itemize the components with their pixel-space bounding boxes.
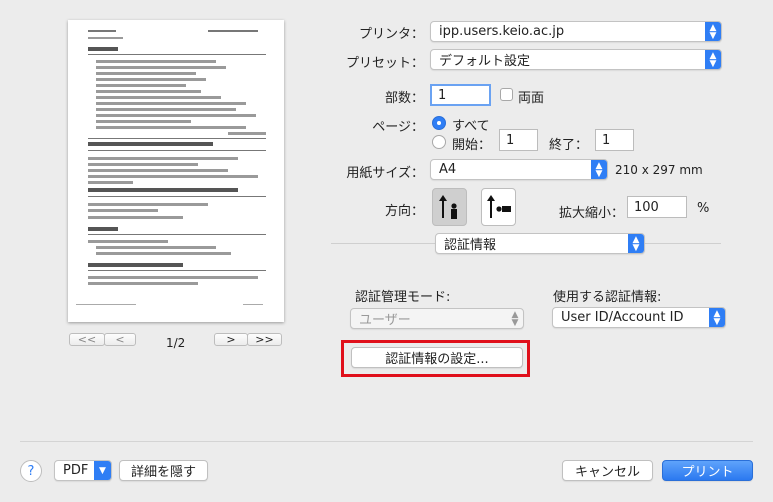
auth-mode-popup[interactable]: ユーザー ▲ ▼ — [350, 308, 524, 329]
copies-label: 部数： — [384, 91, 424, 106]
pdf-menu-button[interactable]: PDF ▼ — [54, 460, 112, 481]
portrait-icon — [438, 195, 457, 219]
scale-label: 拡大縮小： — [559, 206, 625, 221]
pages-all-radio[interactable] — [432, 116, 446, 130]
pages-from-label: 開始： — [452, 138, 492, 153]
auth-mode-value: ユーザー — [359, 313, 411, 328]
auth-settings-button[interactable]: 認証情報の設定... — [351, 347, 523, 368]
duplex-checkbox[interactable] — [500, 88, 513, 101]
first-page-button[interactable]: << — [69, 333, 105, 346]
last-page-button[interactable]: >> — [247, 333, 282, 346]
landscape-icon — [486, 195, 511, 218]
preset-label: プリセット： — [345, 56, 424, 71]
auth-info-popup[interactable]: User ID/Account ID ▲ ▼ — [552, 307, 726, 328]
scale-field[interactable]: 100 — [627, 196, 687, 218]
landscape-orientation-button[interactable] — [481, 188, 516, 226]
auth-info-value: User ID/Account ID — [561, 310, 684, 325]
chevron-down-icon: ▼ — [94, 461, 111, 480]
print-button[interactable]: プリント — [662, 460, 753, 481]
auth-info-label: 使用する認証情報: — [553, 290, 662, 305]
preset-value: デフォルト設定 — [439, 54, 531, 69]
page-indicator: 1/2 — [166, 336, 186, 350]
paper-size-popup[interactable]: A4 ▲ ▼ — [430, 159, 608, 180]
pages-range-radio[interactable] — [432, 135, 446, 149]
chevron-updown-icon: ▲ ▼ — [511, 309, 519, 328]
hide-details-button[interactable]: 詳細を隠す — [119, 460, 208, 481]
portrait-orientation-button[interactable] — [432, 188, 467, 226]
pages-all-label: すべて — [452, 119, 490, 134]
pdf-label: PDF — [63, 463, 89, 478]
footer-divider — [20, 441, 753, 442]
chevron-updown-icon: ▲ ▼ — [705, 50, 721, 69]
pages-to-field[interactable]: 1 — [595, 129, 634, 151]
pages-label: ページ： — [372, 120, 424, 135]
orientation-label: 方向： — [384, 204, 424, 219]
preset-popup[interactable]: デフォルト設定 ▲ ▼ — [430, 49, 722, 70]
printer-value: ipp.users.keio.ac.jp — [439, 24, 565, 39]
chevron-updown-icon: ▲ ▼ — [628, 234, 644, 253]
pages-to-label: 終了： — [549, 138, 589, 153]
chevron-updown-icon: ▲ ▼ — [709, 308, 725, 327]
duplex-label: 両面 — [518, 91, 545, 106]
printer-label: プリンタ： — [358, 27, 424, 42]
prev-page-button[interactable]: < — [104, 333, 136, 346]
section-value: 認証情報 — [444, 238, 497, 253]
paper-size-value: A4 — [439, 162, 457, 177]
paper-dimensions: 210 x 297 mm — [615, 163, 703, 177]
help-button[interactable]: ? — [20, 460, 42, 482]
chevron-updown-icon: ▲ ▼ — [705, 22, 721, 41]
next-page-button[interactable]: > — [214, 333, 248, 346]
section-popup[interactable]: 認証情報 ▲ ▼ — [435, 233, 645, 254]
scale-unit: % — [697, 201, 710, 216]
chevron-updown-icon: ▲ ▼ — [591, 160, 607, 179]
help-icon: ? — [27, 463, 35, 479]
auth-mode-label: 認証管理モード: — [355, 290, 451, 305]
pages-from-field[interactable]: 1 — [499, 129, 538, 151]
paper-size-label: 用紙サイズ： — [346, 166, 424, 181]
cancel-button[interactable]: キャンセル — [562, 460, 653, 481]
printer-popup[interactable]: ipp.users.keio.ac.jp ▲ ▼ — [430, 21, 722, 42]
print-preview-page — [68, 20, 284, 322]
copies-field[interactable]: 1 — [430, 84, 491, 106]
